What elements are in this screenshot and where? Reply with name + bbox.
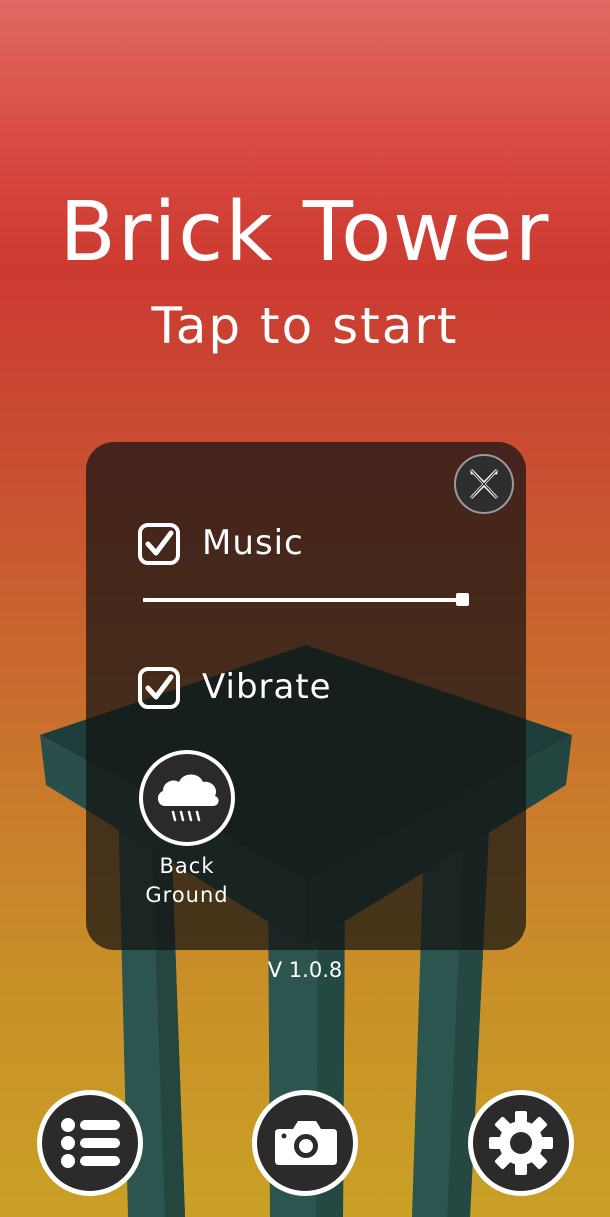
settings-button[interactable] <box>468 1090 574 1196</box>
background-button-label: Back Ground <box>126 852 248 910</box>
gear-icon <box>473 1095 569 1191</box>
checkmark-icon <box>142 671 176 705</box>
close-icon <box>456 456 512 512</box>
music-checkbox[interactable] <box>138 523 180 565</box>
close-button[interactable] <box>454 454 514 514</box>
list-icon <box>42 1095 138 1191</box>
game-scene[interactable]: Brick Tower Tap to start Music Vibrate B… <box>0 0 610 1217</box>
cloud-rain-icon <box>143 754 231 842</box>
background-button[interactable] <box>139 750 235 846</box>
music-volume-handle[interactable] <box>456 593 469 606</box>
background-label-line1: Back <box>159 854 215 878</box>
camera-icon <box>257 1095 353 1191</box>
leaderboard-button[interactable] <box>37 1090 143 1196</box>
music-volume-fill <box>143 598 469 602</box>
vibrate-label: Vibrate <box>202 667 332 707</box>
background-label-line2: Ground <box>145 883 229 907</box>
music-label: Music <box>202 523 304 563</box>
tap-to-start-label[interactable]: Tap to start <box>0 298 610 354</box>
version-label: V 1.0.8 <box>267 958 343 982</box>
vibrate-checkbox[interactable] <box>138 667 180 709</box>
game-title: Brick Tower <box>59 185 551 280</box>
camera-button[interactable] <box>252 1090 358 1196</box>
music-volume-slider[interactable] <box>143 593 469 606</box>
checkmark-icon <box>142 527 176 561</box>
